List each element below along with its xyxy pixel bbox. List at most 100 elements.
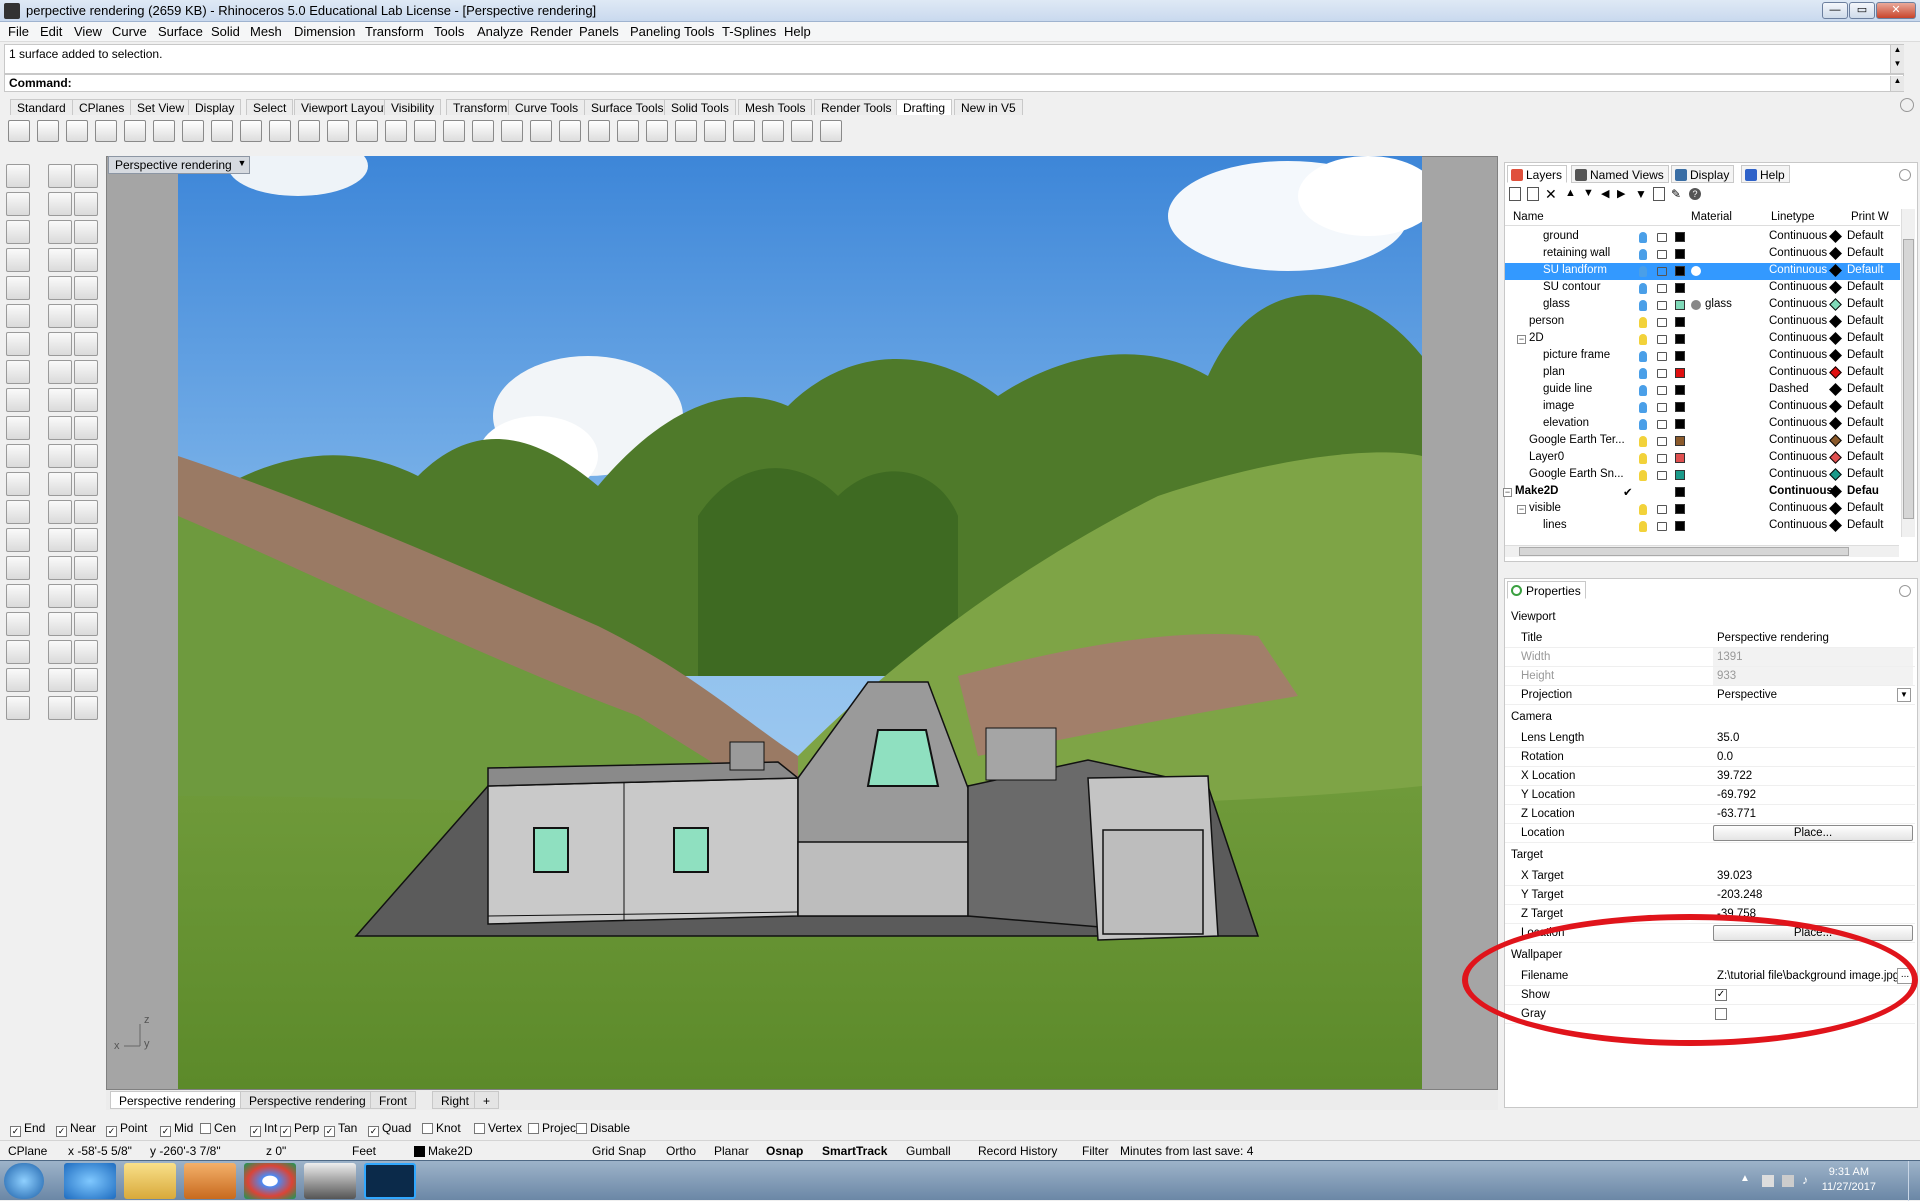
- layer-color-swatch[interactable]: [1675, 453, 1685, 463]
- toolbar-tab-cplanes[interactable]: CPlanes: [72, 99, 132, 115]
- layer-print-width[interactable]: Default: [1847, 247, 1883, 259]
- gear-icon-alt[interactable]: [74, 696, 98, 720]
- lock-icon[interactable]: [1657, 301, 1667, 310]
- layer-name[interactable]: lines: [1543, 519, 1567, 531]
- fillet-icon[interactable]: [6, 528, 30, 552]
- maximize-button[interactable]: ▭: [1849, 2, 1875, 19]
- arc-icon[interactable]: [6, 248, 30, 272]
- layer-linetype[interactable]: Dashed: [1769, 383, 1809, 395]
- layer-color-swatch[interactable]: [1675, 470, 1685, 480]
- dimension-style-icon[interactable]: [443, 120, 465, 142]
- osnap-checkbox[interactable]: [528, 1123, 539, 1134]
- ellipse-icon-alt[interactable]: [74, 248, 98, 272]
- analyze-icon[interactable]: [6, 668, 30, 692]
- move-icon-alt[interactable]: [74, 388, 98, 412]
- osnap-end[interactable]: ✓ End: [10, 1121, 45, 1137]
- snap-icon[interactable]: [48, 640, 72, 664]
- layer-print-width[interactable]: Default: [1847, 519, 1883, 531]
- delete-icon[interactable]: ✕: [1545, 187, 1557, 201]
- layer-name[interactable]: ground: [1543, 230, 1579, 242]
- print-color-icon[interactable]: [1829, 451, 1842, 464]
- layer-print-width[interactable]: Default: [1847, 298, 1883, 310]
- layer-name[interactable]: visible: [1529, 502, 1561, 514]
- print-color-icon[interactable]: [1829, 332, 1842, 345]
- layer-color-swatch[interactable]: [1675, 300, 1685, 310]
- print-color-icon[interactable]: [1829, 247, 1842, 260]
- light-bulb-icon[interactable]: [1639, 283, 1647, 294]
- move-up-icon[interactable]: ▲: [1565, 187, 1576, 199]
- tab-display[interactable]: Display: [1671, 165, 1735, 183]
- circle-icon[interactable]: [48, 220, 72, 244]
- text-block-icon[interactable]: [617, 120, 639, 142]
- expander-icon[interactable]: −: [1517, 505, 1526, 514]
- layer-color-swatch[interactable]: [1675, 419, 1685, 429]
- linear-dimension-icon[interactable]: [124, 120, 146, 142]
- osnap-checkbox[interactable]: ✓: [280, 1126, 291, 1137]
- new-page-icon[interactable]: [37, 120, 59, 142]
- angle-dimension-icon[interactable]: [211, 120, 233, 142]
- layer-linetype[interactable]: Continuous: [1769, 230, 1827, 242]
- lock-icon[interactable]: [1657, 454, 1667, 463]
- tab-properties[interactable]: Properties: [1507, 581, 1586, 599]
- layer-linetype[interactable]: Continuous: [1769, 315, 1827, 327]
- new-sublayer-icon[interactable]: [1527, 187, 1539, 201]
- menu-item-paneling-tools[interactable]: Paneling Tools: [630, 24, 714, 39]
- toolbar-tab-transform[interactable]: Transform: [446, 99, 515, 115]
- menu-item-dimension[interactable]: Dimension: [294, 24, 355, 39]
- scroll-down-arrow[interactable]: ▼: [1890, 59, 1904, 73]
- help-icon[interactable]: ?: [1689, 188, 1701, 200]
- split-icon[interactable]: [48, 472, 72, 496]
- gumball-toggle[interactable]: Gumball: [906, 1144, 951, 1158]
- light-bulb-icon[interactable]: [1639, 317, 1647, 328]
- rhino-taskbar-icon[interactable]: [304, 1163, 356, 1199]
- layer-print-width[interactable]: Default: [1847, 468, 1883, 480]
- transform-icon[interactable]: [6, 388, 30, 412]
- lock-icon[interactable]: [1657, 284, 1667, 293]
- scale-icon-alt[interactable]: [74, 416, 98, 440]
- lock-icon[interactable]: [1657, 471, 1667, 480]
- surface-icon-alt[interactable]: [74, 304, 98, 328]
- select-icon[interactable]: [48, 164, 72, 188]
- rotate-icon[interactable]: [6, 416, 30, 440]
- print-color-icon[interactable]: [1829, 281, 1842, 294]
- layer-print-width[interactable]: Default: [1847, 281, 1883, 293]
- current-layer[interactable]: Make2D: [428, 1144, 473, 1158]
- layer-color-swatch[interactable]: [1675, 232, 1685, 242]
- cplane-label[interactable]: CPlane: [8, 1144, 47, 1158]
- layer-name[interactable]: Layer0: [1529, 451, 1564, 463]
- layer-row[interactable]: − Make2D ✔ Continuous Defau: [1503, 484, 1900, 501]
- close-button[interactable]: ✕: [1876, 2, 1916, 19]
- lock-icon[interactable]: [1657, 233, 1667, 242]
- explode-icon-alt[interactable]: [74, 500, 98, 524]
- menu-item-t-splines[interactable]: T-Splines: [722, 24, 776, 39]
- chamfer-dimension-icon[interactable]: [472, 120, 494, 142]
- print-icon[interactable]: [791, 120, 813, 142]
- print-color-icon[interactable]: [1829, 519, 1842, 532]
- column-material[interactable]: Material: [1691, 211, 1732, 223]
- solid-icon[interactable]: [6, 360, 30, 384]
- boolean-icon[interactable]: [48, 332, 72, 356]
- layer-row[interactable]: retaining wall Continuous Default: [1505, 246, 1900, 263]
- layer-name[interactable]: plan: [1543, 366, 1565, 378]
- layer-linetype[interactable]: Continuous: [1769, 502, 1827, 514]
- osnap-checkbox[interactable]: [200, 1123, 211, 1134]
- move-in-icon[interactable]: ▶: [1617, 187, 1625, 200]
- material-icon-alt[interactable]: [74, 584, 98, 608]
- move-out-icon[interactable]: ◀: [1601, 187, 1609, 200]
- mesh-icon[interactable]: [48, 360, 72, 384]
- extrude-icon[interactable]: [6, 332, 30, 356]
- layer-row[interactable]: Google Earth Ter... Continuous Default: [1505, 433, 1900, 450]
- sphere-icon[interactable]: [762, 120, 784, 142]
- text-icon[interactable]: [356, 120, 378, 142]
- mirror-icon[interactable]: [6, 444, 30, 468]
- light-bulb-icon[interactable]: [1639, 232, 1647, 243]
- light-bulb-icon[interactable]: [1639, 470, 1647, 481]
- polygon-icon-alt[interactable]: [74, 276, 98, 300]
- layer-row[interactable]: picture frame Continuous Default: [1505, 348, 1900, 365]
- layer-linetype[interactable]: Continuous: [1769, 366, 1827, 378]
- chrome-icon[interactable]: [244, 1163, 296, 1199]
- lens-length-field[interactable]: 35.0: [1713, 729, 1913, 747]
- layer-color-swatch[interactable]: [1675, 436, 1685, 446]
- menu-item-panels[interactable]: Panels: [579, 24, 619, 39]
- text-field-icon[interactable]: [646, 120, 668, 142]
